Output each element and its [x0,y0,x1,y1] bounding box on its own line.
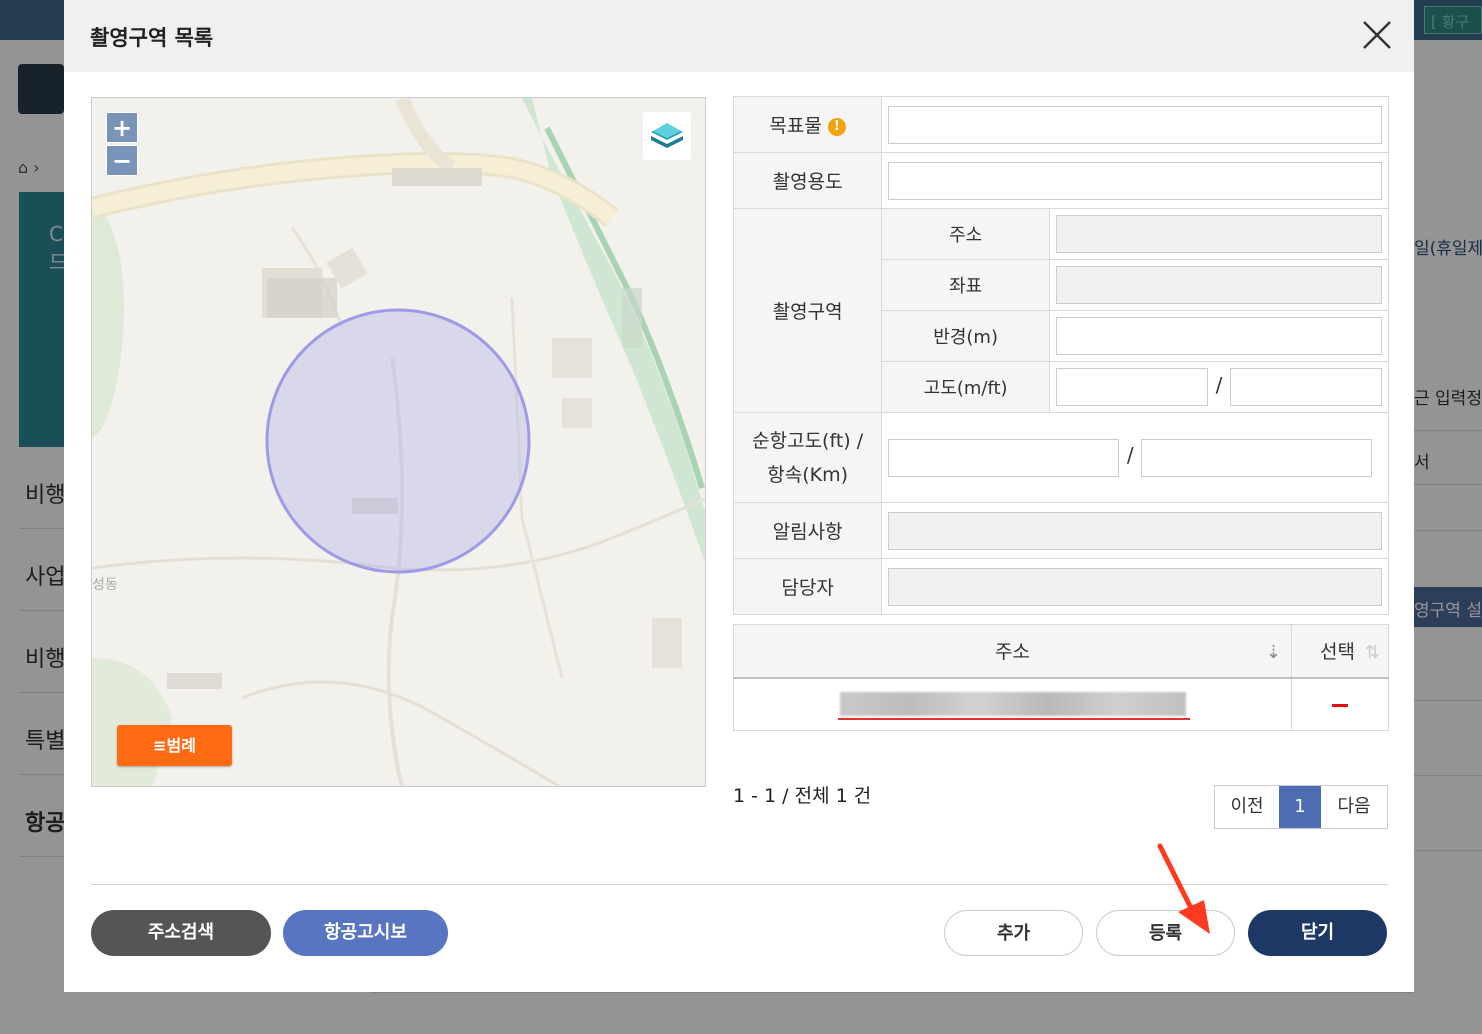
address-field [1056,215,1382,253]
cruise-speed-input[interactable] [1141,438,1373,477]
next-page-button[interactable]: 다음 [1321,786,1387,828]
column-header-address[interactable]: 주소 ⇣ [733,624,1292,679]
modal-title: 촬영구역 목록 [90,26,214,50]
select-cell [1291,677,1389,731]
target-label: 목표물! [732,96,883,153]
address-underline [838,717,1190,720]
address-label: 주소 [881,208,1050,260]
purpose-label: 촬영용도 [732,152,883,209]
cruise-label: 순항고도(ft) / 항속(Km) [732,412,883,503]
notice-label: 알림사항 [732,502,883,559]
column-address-text: 주소 [995,641,1030,664]
coordinate-field [1056,266,1382,304]
target-label-text: 목표물 [769,115,822,137]
column-header-select[interactable]: 선택 ⇅ [1291,624,1389,679]
area-list-table: 주소 ⇣ 선택 ⇅ [733,624,1389,731]
cruise-label-line2: 항속(Km) [767,463,848,486]
add-button[interactable]: 추가 [944,910,1083,956]
zoom-out-button[interactable]: − [106,145,138,176]
map-view[interactable]: 성동 + − ≡범례 [91,97,706,787]
manager-label: 담당자 [732,558,883,615]
address-cell [733,677,1292,731]
layers-button[interactable] [643,112,691,160]
close-icon[interactable] [1360,18,1394,52]
page-1-button[interactable]: 1 [1279,786,1321,828]
shooting-area-modal: 촬영구역 목록 성동 + − ≡범례 목표물 ! 촬영용도 촬영구역 주소 좌표… [64,0,1414,992]
manager-field [888,567,1382,606]
zoom-in-button[interactable]: + [106,112,138,143]
altitude-m-input[interactable] [1056,368,1208,406]
pagination: 이전 1 다음 [1214,785,1388,829]
altitude-ft-input[interactable] [1230,368,1382,406]
shooting-info-form: 목표물! 촬영용도 촬영구역 주소 좌표 반경(m) 고도(m/ft) / 순항… [732,96,1389,615]
table-row[interactable] [733,677,1389,731]
address-value-redacted [839,692,1186,717]
target-input[interactable] [888,105,1382,144]
layers-icon [651,123,683,148]
map-place-label: 성동 [92,577,118,593]
purpose-input[interactable] [888,161,1382,200]
radius-input[interactable] [1056,317,1382,355]
coordinate-label: 좌표 [881,259,1050,311]
legend-button[interactable]: ≡범례 [117,725,232,766]
cruise-separator: / [1126,443,1134,467]
cruise-altitude-input[interactable] [888,438,1120,477]
close-button[interactable]: 닫기 [1248,910,1387,956]
address-search-button[interactable]: 주소검색 [91,910,271,956]
notice-field [888,511,1382,550]
remove-icon[interactable] [1332,703,1348,707]
map-canvas[interactable] [92,98,706,787]
cruise-label-line1: 순항고도(ft) / [752,429,864,452]
modal-header: 촬영구역 목록 [64,0,1414,72]
altitude-separator: / [1215,372,1223,397]
column-select-text: 선택 [1320,641,1355,664]
notam-button[interactable]: 항공고시보 [283,910,448,956]
radius-label: 반경(m) [881,310,1050,362]
altitude-label: 고도(m/ft) [881,361,1050,413]
result-count: 1 - 1 / 전체 1 건 [733,785,872,807]
prev-page-button[interactable]: 이전 [1215,786,1279,828]
warning-icon: ! [827,118,846,136]
pointer-arrow-icon [1157,843,1210,934]
sort-icon[interactable]: ⇅ [1365,642,1380,663]
sort-desc-icon[interactable]: ⇣ [1266,642,1281,663]
area-label: 촬영구역 [732,208,883,413]
